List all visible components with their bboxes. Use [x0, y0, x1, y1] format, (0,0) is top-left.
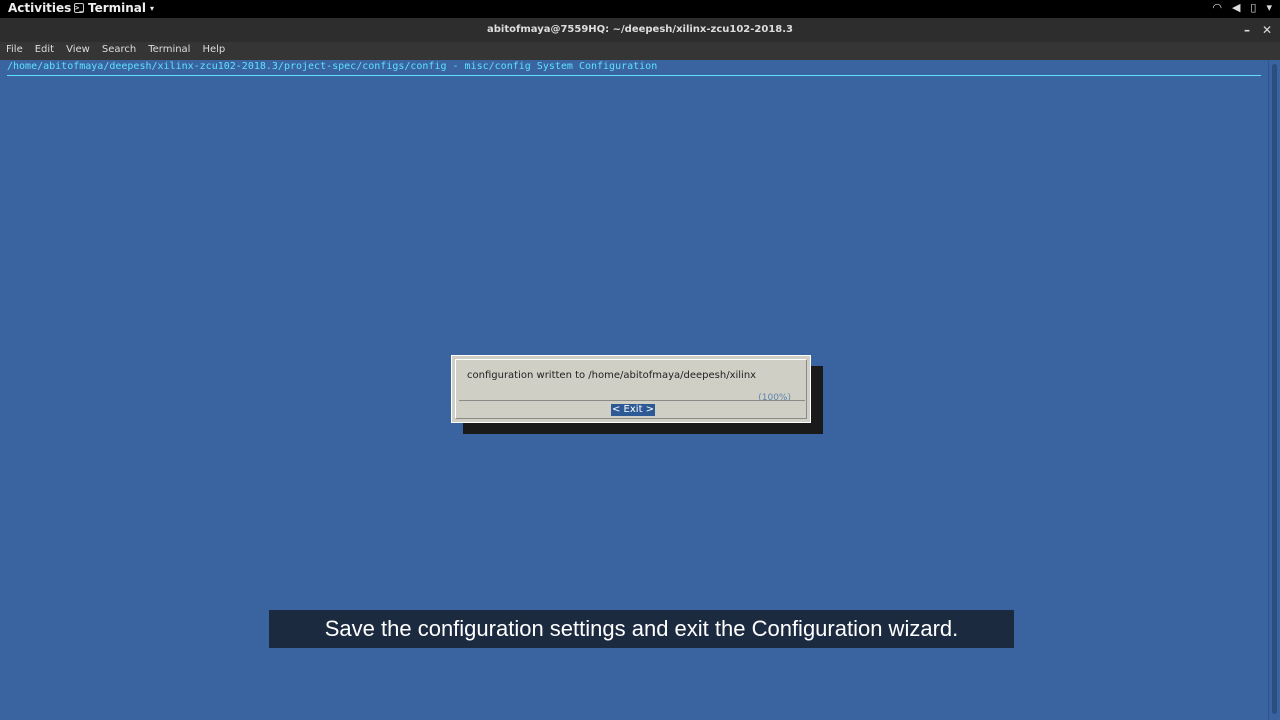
menu-help[interactable]: Help [196, 42, 231, 60]
dialog-frame: configuration written to /home/abitofmay… [455, 359, 807, 419]
save-config-dialog: configuration written to /home/abitofmay… [451, 355, 811, 423]
terminal-icon: >_ [74, 3, 84, 13]
system-tray[interactable]: ◠ ◀ ▯ ▾ [1212, 1, 1272, 14]
menu-view[interactable]: View [60, 42, 96, 60]
wifi-icon: ◠ [1212, 1, 1222, 14]
terminal-scrollbar[interactable] [1268, 60, 1280, 720]
battery-icon: ▯ [1250, 1, 1257, 14]
window-title: abitofmaya@7559HQ: ~/deepesh/xilinx-zcu1… [487, 24, 793, 35]
dialog-message: configuration written to /home/abitofmay… [467, 370, 757, 381]
menu-search[interactable]: Search [96, 42, 142, 60]
app-menu-label: Terminal [88, 1, 147, 15]
window-title-bar[interactable]: abitofmaya@7559HQ: ~/deepesh/xilinx-zcu1… [0, 18, 1280, 42]
menu-bar: File Edit View Search Terminal Help [0, 42, 1280, 60]
close-button[interactable]: ✕ [1262, 18, 1272, 42]
config-path-header: /home/abitofmaya/deepesh/xilinx-zcu102-2… [7, 61, 658, 72]
header-divider [7, 75, 1261, 76]
app-menu[interactable]: >_ Terminal ▾ [74, 1, 154, 15]
minimize-button[interactable]: – [1244, 18, 1250, 42]
activities-button[interactable]: Activities [8, 1, 71, 15]
chevron-down-icon: ▾ [150, 3, 155, 13]
volume-icon: ◀ [1231, 1, 1241, 14]
scrollbar-thumb[interactable] [1272, 64, 1277, 714]
menu-terminal[interactable]: Terminal [142, 42, 196, 60]
video-caption: Save the configuration settings and exit… [269, 610, 1014, 648]
menu-file[interactable]: File [0, 42, 29, 60]
gnome-top-bar: Activities >_ Terminal ▾ ◠ ◀ ▯ ▾ [0, 0, 1280, 18]
dialog-progress-percent: (100%) [758, 393, 791, 403]
exit-button[interactable]: < Exit > [611, 404, 656, 416]
dialog-divider [459, 400, 805, 401]
menu-edit[interactable]: Edit [29, 42, 60, 60]
power-menu-icon: ▾ [1266, 1, 1272, 14]
